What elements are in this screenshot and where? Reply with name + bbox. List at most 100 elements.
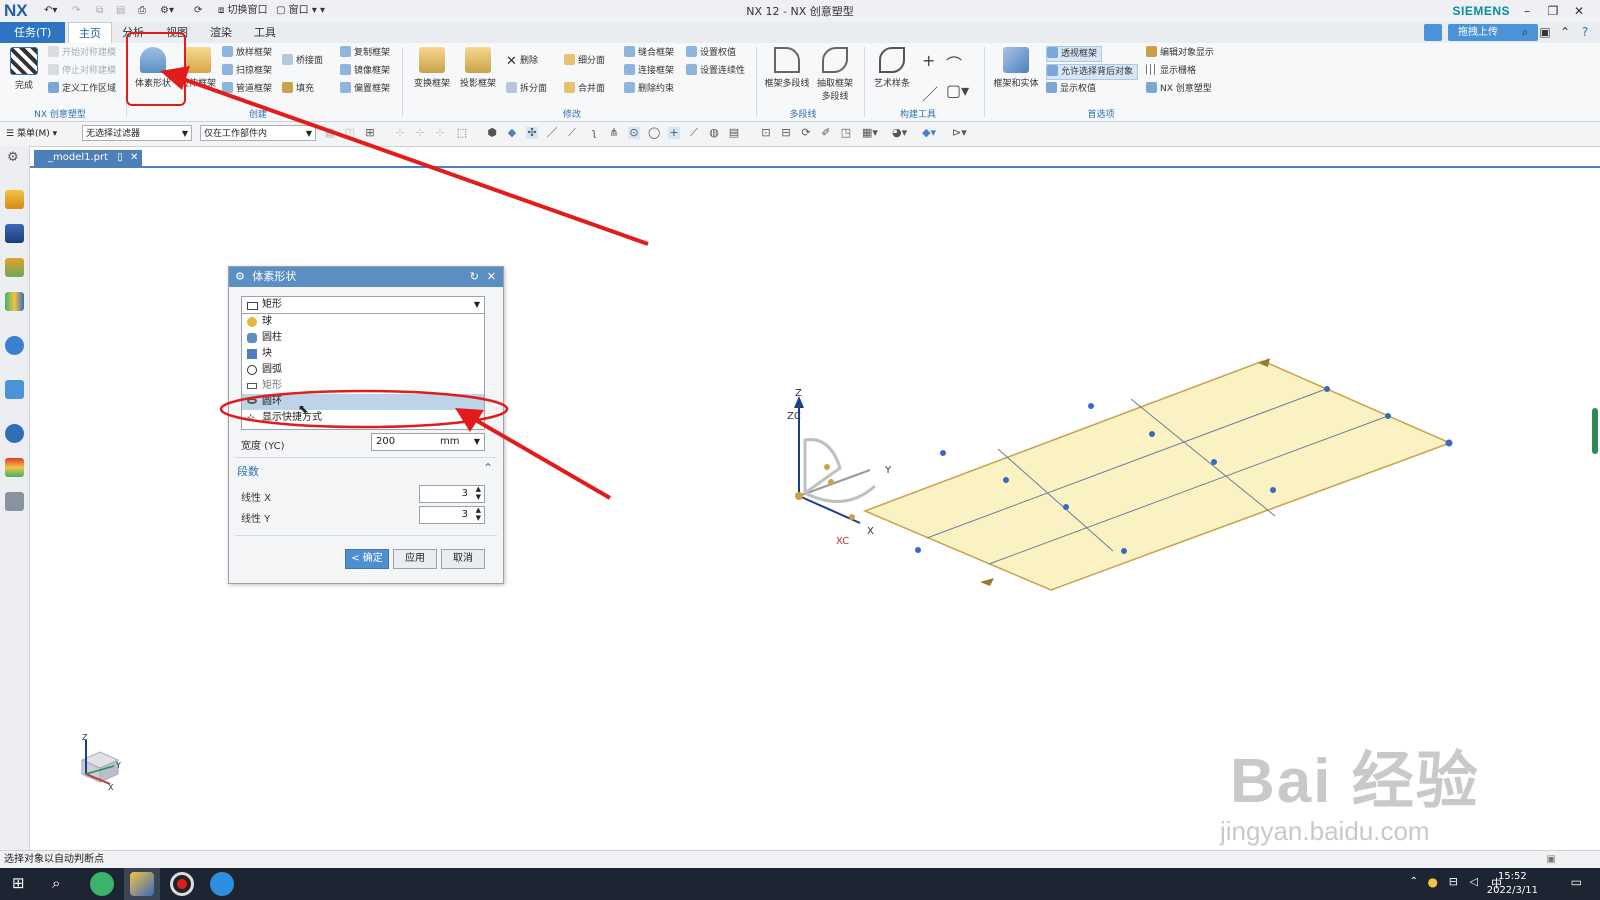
option-cylinder[interactable]: 圆柱 — [242, 330, 484, 346]
system-materials-icon[interactable] — [5, 458, 24, 477]
existing-point-icon[interactable]: + — [668, 127, 680, 139]
connect-frame-button[interactable]: 连接框架 — [624, 64, 674, 78]
tab-task[interactable]: 任务(T) — [0, 22, 66, 43]
select-behind-toggle[interactable]: 允许选择背后对象 — [1046, 64, 1139, 80]
switch-window-button[interactable]: ⧈ 切换窗口 — [218, 3, 268, 19]
select-all-icon[interactable]: ⊞ — [364, 127, 376, 139]
rotate-icon[interactable]: ⟳ — [800, 127, 812, 139]
line-icon[interactable]: ／ — [922, 81, 938, 105]
status-icon[interactable]: ▣ — [1547, 851, 1556, 869]
type-filter-dropdown[interactable]: 无选择过滤器 ▼ — [82, 125, 192, 141]
stop-symmetry-button[interactable]: 停止对称建模 — [48, 64, 116, 78]
collapse-ribbon-icon[interactable]: ⌃ — [1556, 23, 1574, 41]
sweep-frame-button[interactable]: 扫掠框架 — [222, 64, 272, 78]
frame-polyline-button[interactable]: 框架多段线 — [762, 47, 812, 89]
tab-render[interactable]: 渲染 — [200, 22, 242, 43]
see-through-frame-toggle[interactable]: 透视框架 — [1046, 46, 1103, 62]
undo-icon[interactable]: ↶▾ — [44, 3, 57, 19]
window-menu-button[interactable]: ▢ 窗口 ▾ ▾ — [276, 3, 325, 19]
restore-icon[interactable]: ❐ — [1544, 2, 1562, 20]
show-shortcuts-item[interactable]: ⊹ 显示快捷方式 — [242, 410, 484, 426]
assembly-navigator-icon[interactable] — [5, 190, 24, 209]
quadrant-icon[interactable]: ◯ — [648, 127, 660, 139]
delete-button[interactable]: ✕ 删除 — [506, 54, 538, 68]
close-window-icon[interactable]: ✕ — [1570, 2, 1588, 20]
offset-frame-button[interactable]: 偏置框架 — [340, 82, 390, 96]
define-region-button[interactable]: 定义工作区域 — [48, 82, 116, 96]
redo-icon[interactable]: ↷ — [72, 3, 80, 19]
browser-app-icon[interactable] — [90, 872, 114, 896]
roles-icon[interactable] — [5, 492, 24, 511]
pan-icon[interactable]: ✐ — [820, 127, 832, 139]
reuse-library-icon[interactable] — [5, 292, 24, 311]
render-style-icon[interactable]: ◕▾ — [892, 127, 907, 139]
rectangle-sheet[interactable] — [862, 360, 1453, 591]
layout-icon[interactable]: ▦▾ — [862, 127, 878, 139]
web-browser-icon[interactable] — [5, 336, 24, 355]
show-weight-toggle[interactable]: 显示权值 — [1046, 82, 1096, 96]
snap-point-icon[interactable]: ✣ — [526, 127, 538, 139]
wcs-triad[interactable] — [794, 396, 877, 524]
merge-face-button[interactable]: 合并面 — [564, 82, 605, 96]
ribbon-options-icon[interactable]: ▣ — [1536, 23, 1554, 41]
spinner-icon[interactable]: ▲ ▼ — [476, 485, 481, 501]
width-input[interactable]: 200 mm ▼ — [371, 433, 485, 451]
point-on-face-icon[interactable]: ◍ — [708, 127, 720, 139]
point-on-curve-icon[interactable]: ⟋ — [688, 127, 700, 139]
extract-polyline-button[interactable]: 抽取框架多段线 — [814, 47, 856, 102]
search-command-icon[interactable]: ⌕ — [1516, 23, 1534, 41]
linear-y-input[interactable]: 3 ▲ ▼ — [419, 506, 485, 524]
subdivide-face-button[interactable]: 细分面 — [564, 54, 605, 68]
rectangle-icon[interactable]: ▢▾ — [946, 81, 969, 100]
tray-expand-icon[interactable]: ⌃ — [1410, 876, 1418, 887]
volume-icon[interactable]: ◁ — [1470, 875, 1478, 888]
close-icon[interactable]: ✕ — [487, 267, 496, 287]
scroll-thumb[interactable] — [1592, 408, 1598, 454]
constraint-navigator-icon[interactable] — [5, 224, 24, 243]
clock-icon[interactable] — [5, 424, 24, 443]
segments-section-header[interactable]: 段数 — [237, 463, 259, 479]
transform-frame-button[interactable]: 变换框架 — [410, 47, 454, 89]
network-icon[interactable]: ⊟ — [1449, 875, 1458, 888]
tray-app-icon[interactable]: ● — [1428, 875, 1438, 889]
pick2-icon[interactable]: ⊹ — [414, 127, 426, 139]
split-face-button[interactable]: 拆分面 — [506, 82, 547, 96]
mirror-frame-button[interactable]: 镜像框架 — [340, 64, 390, 78]
project-frame-button[interactable]: 投影框架 — [456, 47, 500, 89]
studio-spline-button[interactable]: 艺术样条 — [870, 47, 914, 89]
nx-app-active[interactable] — [124, 868, 160, 900]
cancel-button[interactable]: 取消 — [441, 549, 485, 569]
option-sphere[interactable]: 球 — [242, 314, 484, 330]
linear-x-input[interactable]: 3 ▲ ▼ — [419, 485, 485, 503]
search-icon[interactable]: ⌕ — [52, 874, 60, 892]
option-block[interactable]: 块 — [242, 346, 484, 362]
set-continuity-button[interactable]: 设置连续性 — [686, 64, 745, 78]
point-icon[interactable]: + — [922, 51, 935, 70]
pipe-frame-button[interactable]: 管道框架 — [222, 82, 272, 96]
menu-button[interactable]: ☰ 菜单(M) ▾ — [6, 126, 57, 139]
more-views-icon[interactable]: ⊳▾ — [952, 127, 967, 139]
copy-icon[interactable]: ⧉ — [96, 3, 103, 19]
nx-creative-prefs-button[interactable]: NX 创意塑型 — [1146, 82, 1212, 96]
snap-icon[interactable]: ◫ — [344, 127, 356, 139]
notification-icon[interactable]: ▭ — [1571, 875, 1582, 889]
start-symmetry-button[interactable]: 开始对称建模 — [48, 46, 116, 60]
help-icon[interactable]: ? — [1576, 23, 1594, 41]
fit-view-icon[interactable]: ⊡ — [760, 127, 772, 139]
sew-frame-button[interactable]: 缝合框架 — [624, 46, 674, 60]
tools-icon[interactable]: ⚙▾ — [160, 3, 174, 19]
edit-display-button[interactable]: 编辑对象显示 — [1146, 46, 1214, 60]
recorder-app-icon[interactable] — [170, 872, 194, 896]
bounded-grid-icon[interactable]: ▤ — [728, 127, 740, 139]
zoom-icon[interactable]: ⊟ — [780, 127, 792, 139]
cloud-icon[interactable] — [1424, 24, 1442, 41]
tab-home[interactable]: 主页 — [68, 22, 112, 44]
part-navigator-icon[interactable] — [5, 258, 24, 277]
delete-constraint-button[interactable]: 删除约束 — [624, 82, 674, 96]
show-grid-toggle[interactable]: 显示栅格 — [1146, 64, 1196, 78]
close-tab-icon[interactable]: ✕ — [130, 152, 138, 163]
history-icon[interactable] — [5, 380, 24, 399]
spinner-icon[interactable]: ▲ ▼ — [476, 506, 481, 522]
option-torus[interactable]: 圆环 — [242, 394, 484, 410]
windows-start-icon[interactable]: ⊞ — [12, 874, 25, 892]
